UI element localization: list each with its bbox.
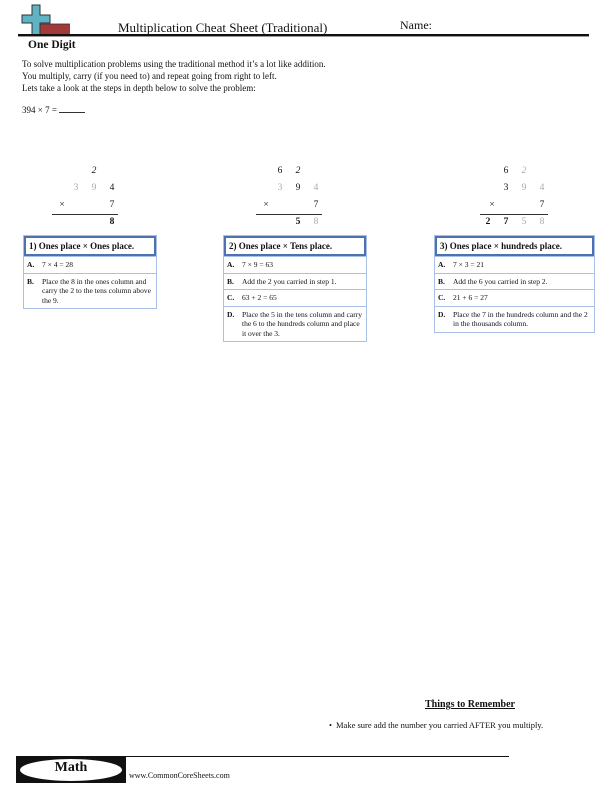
step-item-text: Place the 7 in the hundreds column and t…: [453, 309, 588, 329]
step-card-1: 1) Ones place × Ones place. A. 7 × 4 = 28…: [23, 235, 157, 309]
multiplier-digit: 7: [313, 200, 319, 210]
top-digit: 3: [503, 183, 509, 193]
top-digit: 9: [91, 183, 97, 193]
step-item-label: A.: [227, 260, 235, 269]
step-item-label: A.: [438, 260, 446, 269]
times-sign: ×: [263, 200, 269, 210]
step-item-text: Add the 2 you carried in step 1.: [242, 276, 337, 286]
step-item-text: 7 × 9 = 63: [242, 260, 273, 269]
top-digit: 4: [539, 183, 545, 193]
step-item-text: 7 × 4 = 28: [42, 260, 73, 269]
step-item-label: A.: [27, 260, 35, 269]
page-title: Multiplication Cheat Sheet (Traditional): [118, 20, 328, 35]
step-item-text: 7 × 3 = 21: [453, 260, 484, 269]
intro-text: To solve multiplication problems using t…: [22, 58, 326, 94]
result-digit: 2: [485, 217, 491, 227]
intro-line: To solve multiplication problems using t…: [22, 59, 326, 69]
multiplier-digit: 7: [109, 200, 115, 210]
step-item-label: B.: [438, 276, 445, 286]
carry-digit: 6: [277, 166, 283, 176]
step-item-text: Place the 5 in the tens column and carry…: [242, 309, 362, 338]
sum-line: [256, 214, 322, 215]
step-item-label: D.: [227, 309, 235, 319]
step-title: 3) Ones place × hundreds place.: [435, 236, 594, 256]
sum-line: [52, 214, 118, 215]
step-item-text: Place the 8 in the ones column and carry…: [42, 276, 151, 305]
top-digit: 3: [73, 183, 79, 193]
carry-digit: 2: [295, 166, 301, 176]
result-digit: 5: [521, 217, 527, 227]
step-item-label: C.: [227, 293, 235, 302]
step-item: B. Place the 8 in the ones column and car…: [24, 272, 156, 309]
step-title: 1) Ones place × Ones place.: [24, 236, 156, 256]
intro-line: Lets take a look at the steps in depth b…: [22, 83, 256, 93]
problem-statement: 394 × 7 =: [22, 104, 86, 115]
result-digit: 7: [503, 217, 509, 227]
remember-list: • Make sure add the number you carried A…: [329, 720, 579, 731]
carry-digit: 2: [521, 166, 527, 176]
math-badge-label: Math: [54, 760, 88, 775]
step-item: D. Place the 7 in the hundreds column and…: [435, 305, 594, 332]
step-item-text: 21 + 6 = 27: [453, 293, 488, 302]
step-item-text: 63 + 2 = 65: [242, 293, 277, 302]
step-item: B. Add the 2 you carried in step 1.: [224, 272, 366, 290]
top-digit: 4: [109, 183, 115, 193]
carry-digit: 2: [91, 166, 97, 176]
multiplier-digit: 7: [539, 200, 545, 210]
step-item-label: D.: [438, 309, 446, 319]
section-subtitle: One Digit: [28, 39, 76, 51]
result-digit: 8: [109, 217, 115, 227]
result-digit: 5: [295, 217, 301, 227]
carry-digit: 6: [503, 166, 509, 176]
times-sign: ×: [59, 200, 65, 210]
result-digit: 8: [313, 217, 319, 227]
step-card-3: 3) Ones place × hundreds place. A. 7 × 3 …: [434, 235, 595, 333]
intro-line: You multiply, carry (if you need to) and…: [22, 71, 277, 81]
remember-title: Things to Remember: [425, 699, 515, 710]
result-digit: 8: [539, 217, 545, 227]
bullet-icon: •: [329, 720, 332, 730]
step-item-label: B.: [27, 276, 34, 286]
problem-text: 394 × 7 =: [22, 105, 57, 115]
step-item-label: B.: [227, 276, 234, 286]
name-label: Name:: [400, 18, 432, 32]
step-title: 2) Ones place × Tens place.: [224, 236, 366, 256]
step-item: C. 21 + 6 = 27: [435, 289, 594, 306]
step-item: B. Add the 6 you carried in step 2.: [435, 272, 594, 290]
top-digit: 4: [313, 183, 319, 193]
top-digit: 9: [521, 183, 527, 193]
step-item-label: C.: [438, 293, 446, 302]
plus-logo-icon: [21, 4, 70, 36]
remember-item: Make sure add the number you carried AFT…: [336, 720, 544, 730]
answer-blank[interactable]: [59, 104, 86, 113]
top-digit: 9: [295, 183, 301, 193]
step-card-2: 2) Ones place × Tens place. A. 7 × 9 = 63…: [223, 235, 367, 342]
step-item: A. 7 × 9 = 63: [224, 256, 366, 273]
times-sign: ×: [489, 200, 495, 210]
sum-line: [480, 214, 548, 215]
step-item: D. Place the 5 in the tens column and car…: [224, 305, 366, 342]
step-item-text: Add the 6 you carried in step 2.: [453, 276, 548, 286]
site-url[interactable]: www.CommonCoreSheets.com: [129, 771, 230, 780]
top-digit: 3: [277, 183, 283, 193]
step-item: C. 63 + 2 = 65: [224, 289, 366, 306]
step-item: A. 7 × 3 = 21: [435, 256, 594, 273]
step-item: A. 7 × 4 = 28: [24, 256, 156, 273]
